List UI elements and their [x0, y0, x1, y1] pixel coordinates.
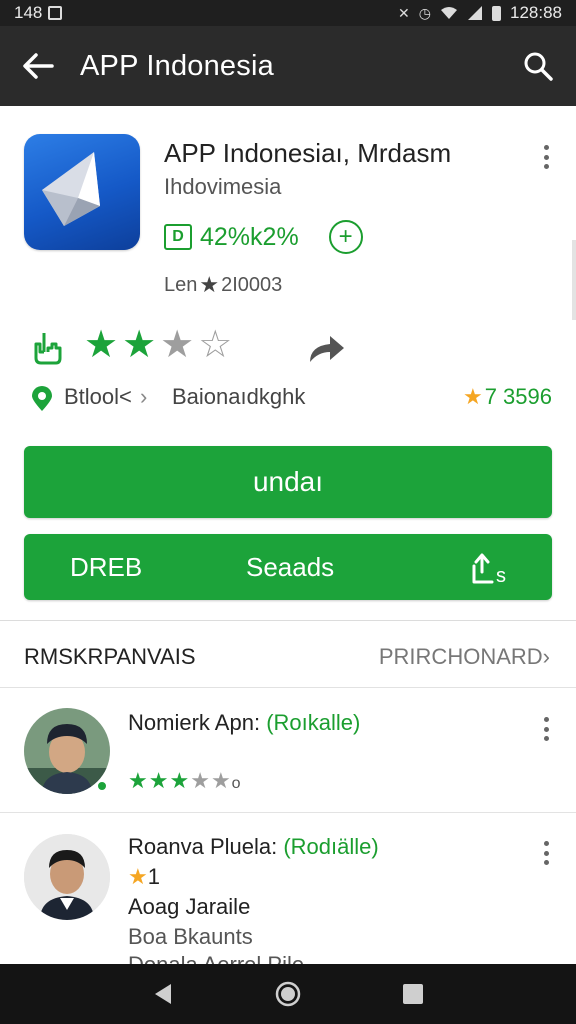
- review-title: Aoag Jaraile: [128, 894, 251, 919]
- back-button[interactable]: [18, 46, 58, 86]
- share-arrow-icon[interactable]: [304, 328, 348, 368]
- reviewer-avatar[interactable]: [24, 834, 110, 920]
- star-half-icon[interactable]: ★: [160, 326, 194, 364]
- star-filled-icon[interactable]: ★: [84, 326, 118, 364]
- battery-icon: [492, 5, 501, 21]
- app-name: APP Indonesiaı, Mrdasm: [164, 138, 452, 168]
- review-body: Boa Bkaunts: [128, 924, 253, 949]
- status-bar: 148 ✕ ◷ 128:88: [0, 0, 576, 26]
- app-rating-row: D 42%k2% +: [164, 220, 363, 254]
- middle-action-button[interactable]: Seaads: [246, 552, 334, 583]
- nav-recents-icon: [403, 984, 424, 1004]
- reviewer-tag: (Roıkalle): [266, 710, 361, 735]
- person-avatar-icon: [24, 834, 110, 920]
- app-icon[interactable]: [24, 134, 140, 250]
- meta-count: 2I0003: [221, 273, 283, 296]
- reviewer-name: Nomierk Apn: (Roıkalle): [128, 710, 360, 736]
- star-empty-icon: ★: [210, 768, 232, 793]
- download-stats: ★ 7 3596: [463, 384, 552, 410]
- app-meta: Len ★ 2I0003: [164, 272, 282, 298]
- rating-suffix: o: [231, 775, 242, 792]
- rating-value: 42%k2%: [200, 222, 299, 251]
- rating-stars[interactable]: ★ ★ ★ ☆: [84, 326, 232, 364]
- hand-pointer-icon[interactable]: [28, 328, 68, 368]
- star-filled-icon[interactable]: ★: [122, 326, 156, 364]
- search-button[interactable]: [518, 46, 558, 86]
- star-filled-icon: ★: [148, 768, 170, 793]
- reviewer-name: Roanva Pluela: (Rodıälle): [128, 834, 379, 860]
- review-overflow-menu-icon[interactable]: [534, 714, 558, 744]
- reviews-title: RMSKRPANVAIS: [24, 644, 196, 669]
- review-stars: ★★★★★o: [128, 768, 242, 794]
- reviewer-name-text: Roanva Pluela:: [128, 834, 278, 859]
- nav-back-button[interactable]: [143, 974, 183, 1014]
- reviewer-name-text: Nomierk Apn:: [128, 710, 261, 735]
- star-logo-icon: [42, 152, 100, 226]
- signal-icon: [468, 6, 482, 20]
- scroll-indicator: [572, 240, 576, 320]
- review-overflow-menu-icon[interactable]: [534, 838, 558, 868]
- gold-star-icon: ★: [128, 864, 148, 889]
- app-bar: APP Indonesia: [0, 26, 576, 106]
- section-divider: [0, 620, 576, 621]
- share-up-icon[interactable]: s: [468, 552, 512, 584]
- app-header: APP Indonesiaı, Mrdasm Ihdovimesia D 42%…: [0, 106, 576, 316]
- star-empty-icon[interactable]: ☆: [198, 326, 232, 364]
- install-button[interactable]: undaı: [24, 446, 552, 518]
- review-divider: [0, 812, 576, 813]
- chevron-right-icon: ›: [140, 384, 148, 409]
- review-rating-text: 1: [147, 864, 160, 889]
- status-time: 148: [14, 3, 43, 22]
- action-bar: DREB Seaads s: [24, 534, 552, 600]
- review-rating: ★1: [128, 864, 160, 890]
- rating-row: ★ ★ ★ ☆: [0, 320, 576, 380]
- nav-back-icon: [154, 984, 171, 1004]
- rating-badge: D: [164, 224, 192, 250]
- page-title: APP Indonesia: [80, 49, 274, 82]
- reviewer-tag: (Rodıälle): [283, 834, 379, 859]
- search-icon: [524, 52, 553, 81]
- app-developer[interactable]: Ihdovimesia: [164, 174, 281, 200]
- star-half-icon: ★: [169, 768, 191, 793]
- plus-symbol: +: [338, 223, 353, 250]
- star-icon: ★: [199, 272, 220, 297]
- stats-value: 7 3596: [484, 384, 552, 409]
- reviews-more-link[interactable]: PRIRCHONARD›: [379, 644, 550, 670]
- online-status-dot: [96, 780, 108, 792]
- review-item: Nomierk Apn: (Roıkalle) ★★★★★o: [0, 690, 576, 812]
- alarm-icon: ◷: [418, 4, 431, 21]
- category-row: Btlool< › Baionaıdkghk ★ 7 3596: [0, 378, 576, 418]
- subcategory-link[interactable]: Baionaıdkghk: [172, 384, 305, 410]
- add-circle-icon[interactable]: +: [328, 220, 363, 254]
- rating-badge-letter: D: [172, 228, 184, 245]
- nav-home-button[interactable]: [268, 974, 308, 1014]
- back-arrow-icon: [23, 53, 54, 79]
- gold-star-icon: ★: [462, 384, 483, 409]
- mute-icon: ✕: [398, 4, 410, 21]
- nav-home-icon: [275, 981, 301, 1007]
- meta-prefix: Len: [164, 273, 198, 296]
- location-pin-icon: [32, 386, 52, 411]
- system-nav-bar: [0, 964, 576, 1024]
- app-overflow-menu-icon[interactable]: [534, 142, 558, 172]
- star-filled-icon: ★: [128, 768, 149, 793]
- nav-recents-button[interactable]: [393, 974, 433, 1014]
- review-item: Roanva Pluela: (Rodıälle) ★1 Aoag Jarail…: [0, 814, 576, 977]
- left-action-button[interactable]: DREB: [70, 552, 142, 583]
- reviews-header: RMSKRPANVAIS PRIRCHONARD›: [0, 622, 576, 688]
- image-notification-icon: [48, 6, 63, 20]
- wifi-icon: [441, 7, 457, 19]
- star-empty-icon: ★: [190, 768, 211, 793]
- svg-text:s: s: [496, 565, 506, 584]
- category-link[interactable]: Btlool<: [64, 384, 132, 410]
- status-clock: 128:88: [510, 3, 562, 22]
